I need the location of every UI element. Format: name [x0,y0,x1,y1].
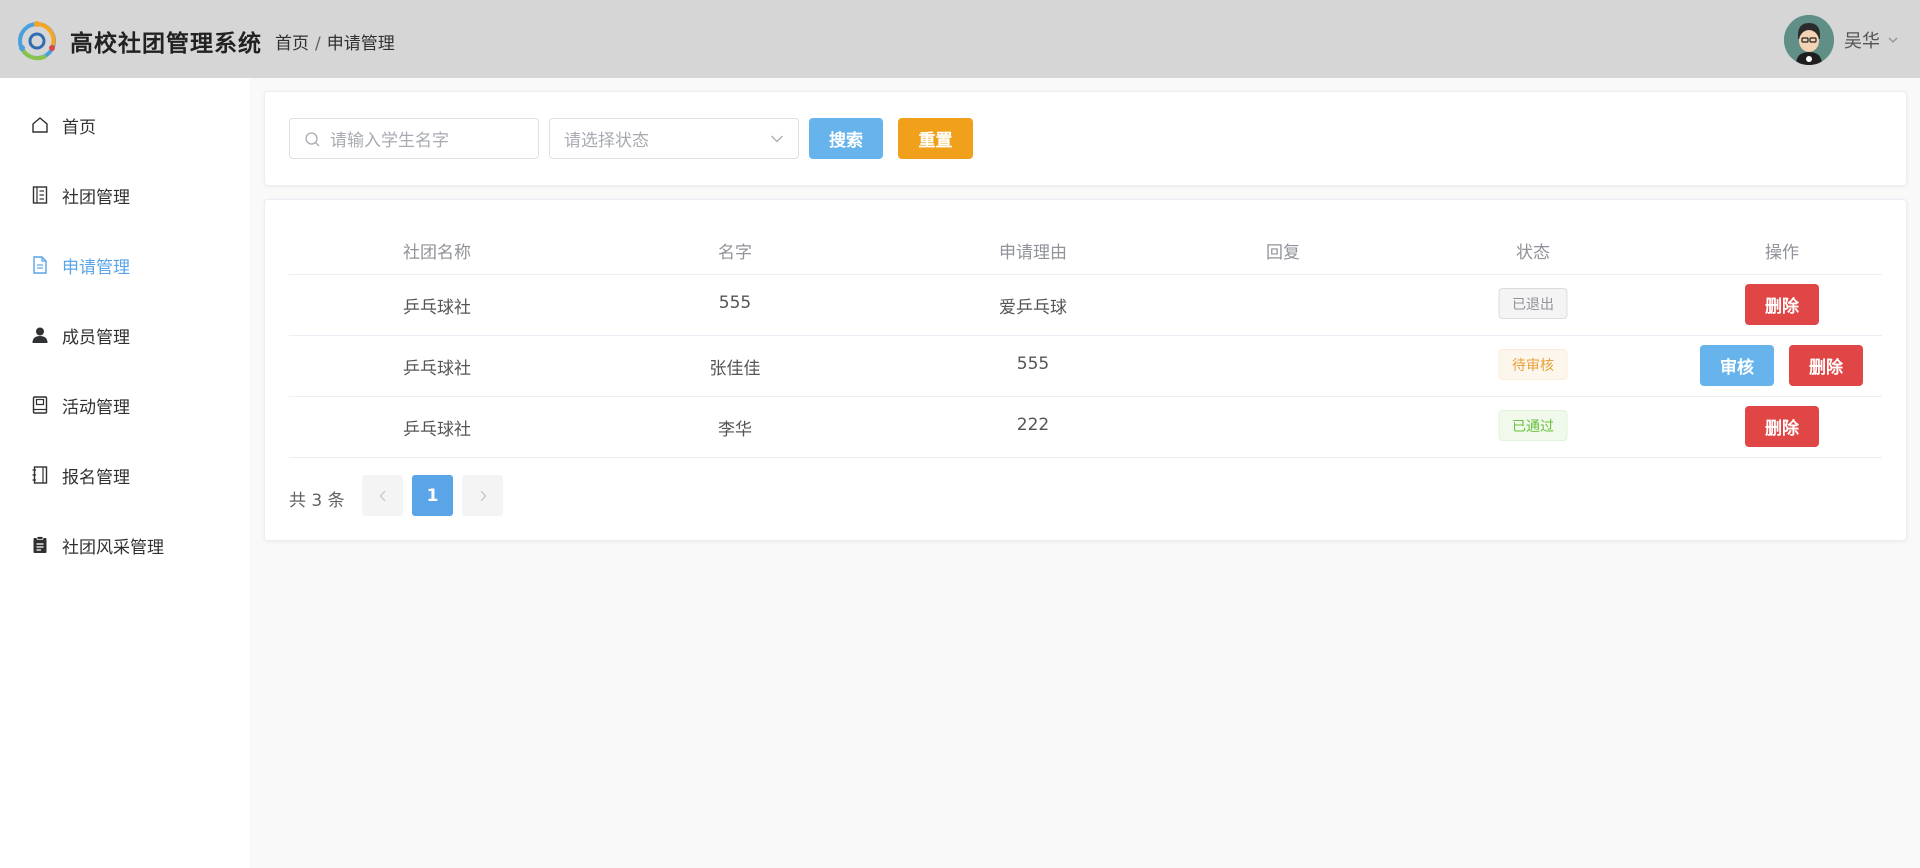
avatar-image [1784,15,1834,65]
sidebar-item-club-management[interactable]: 社团管理 [0,170,250,220]
application-table-panel: 社团名称 名字 申请理由 回复 状态 操作 乒乓球社 555 爱乒乓球 已退出 … [264,199,1907,541]
status-badge: 已退出 [1498,288,1568,319]
cell-reason: 555 [1016,354,1050,374]
sidebar-item-label: 首页 [62,117,96,138]
sidebar-item-club-showcase-management[interactable]: 社团风采管理 [0,520,250,570]
sidebar-item-label: 成员管理 [62,327,130,348]
column-header-reply: 回复 [1266,243,1300,263]
column-header-reason: 申请理由 [999,243,1067,263]
cell-club-name: 乒乓球社 [403,359,471,379]
sidebar-item-registration-management[interactable]: 报名管理 [0,450,250,500]
pagination-page-button[interactable]: 1 [412,475,453,516]
sidebar-item-label: 申请管理 [62,257,130,278]
student-name-placeholder: 请输入学生名字 [330,131,449,151]
table-divider [289,335,1882,336]
delete-button[interactable]: 删除 [1789,345,1863,386]
sidebar-item-label: 社团风采管理 [62,537,164,558]
column-header-club-name: 社团名称 [403,243,471,263]
notebook-icon [30,185,50,205]
chevron-right-icon [480,490,486,501]
avatar[interactable] [1784,15,1834,65]
chevron-down-icon [771,135,783,143]
table-divider [289,457,1882,458]
pagination-prev-button[interactable] [362,475,403,516]
app-logo-icon [18,21,56,61]
breadcrumb-current: 申请管理 [326,34,395,54]
student-name-search-input[interactable]: 请输入学生名字 [289,118,539,159]
sidebar-item-activity-management[interactable]: 活动管理 [0,380,250,430]
sidebar: 首页 社团管理 申请管理 成员管理 活动管理 报名管理 社团风采管理 [0,90,250,868]
clipboard-icon [30,535,50,555]
breadcrumb: 首页 / 申请管理 [275,29,395,54]
chevron-down-icon[interactable] [1888,35,1898,45]
cell-club-name: 乒乓球社 [403,298,471,318]
sidebar-item-member-management[interactable]: 成员管理 [0,310,250,360]
status-badge: 待审核 [1498,349,1568,380]
sidebar-item-label: 社团管理 [62,187,130,208]
sidebar-item-home[interactable]: 首页 [0,100,250,150]
user-name[interactable]: 吴华 [1844,27,1880,53]
pagination-total: 共 3 条 [289,491,345,511]
pagination-next-button[interactable] [462,475,503,516]
status-badge: 已通过 [1498,410,1568,441]
breadcrumb-separator: / [315,34,321,54]
home-icon [30,115,50,135]
user-menu[interactable]: 吴华 [1784,15,1898,65]
book-icon [30,395,50,415]
cell-student-name: 张佳佳 [709,359,761,379]
search-button[interactable]: 搜索 [809,118,883,159]
sidebar-item-application-management[interactable]: 申请管理 [0,240,250,290]
search-icon [305,132,320,147]
sidebar-item-label: 报名管理 [62,467,130,488]
cell-reason: 爱乒乓球 [999,298,1067,318]
user-icon [30,325,50,345]
delete-button[interactable]: 删除 [1745,284,1819,325]
review-button[interactable]: 审核 [1700,345,1774,386]
status-select[interactable]: 请选择状态 [549,118,799,159]
app-title: 高校社团管理系统 [70,31,262,57]
table-divider [289,274,1882,275]
status-select-placeholder: 请选择状态 [564,131,649,151]
delete-button[interactable]: 删除 [1745,406,1819,447]
breadcrumb-home[interactable]: 首页 [275,34,309,54]
column-header-name: 名字 [718,243,752,263]
search-panel: 请输入学生名字 请选择状态 搜索 重置 [264,91,1907,186]
top-header: 高校社团管理系统 首页 / 申请管理 吴华 [0,0,1920,78]
chevron-left-icon [379,490,385,501]
reset-button[interactable]: 重置 [898,118,973,159]
cell-student-name: 李华 [718,420,752,440]
column-header-status: 状态 [1516,243,1550,263]
register-book-icon [30,465,50,485]
cell-club-name: 乒乓球社 [403,420,471,440]
cell-reason: 222 [1016,415,1050,435]
sidebar-item-label: 活动管理 [62,397,130,418]
document-icon [30,255,50,275]
table-divider [289,396,1882,397]
column-header-actions: 操作 [1765,243,1799,263]
cell-student-name: 555 [718,293,752,313]
